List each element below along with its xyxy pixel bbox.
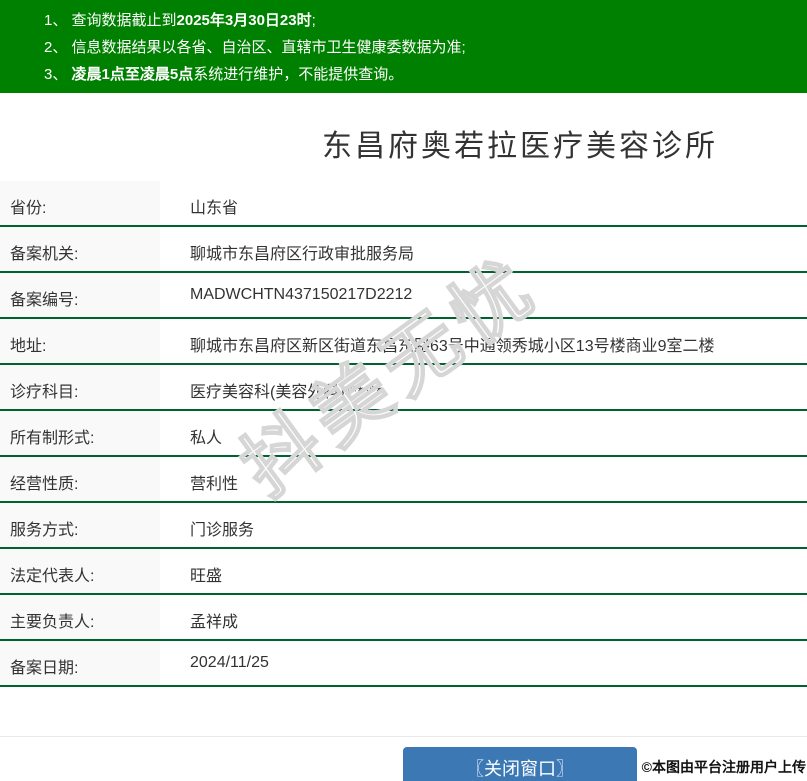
- row-label: 备案机关:: [0, 227, 160, 271]
- row-value: 孟祥成: [160, 595, 807, 639]
- row-value: 2024/11/25: [160, 641, 807, 685]
- row-value: 私人: [160, 411, 807, 455]
- notice-line-1-text: 1、 查询数据截止到: [44, 12, 177, 29]
- notice-banner: 1、 查询数据截止到2025年3月30日23时; 2、 信息数据结果以各省、自治…: [0, 0, 807, 93]
- row-value: MADWCHTN437150217D2212: [160, 273, 807, 317]
- notice-line-3-bold: 凌晨1点至凌晨5点: [71, 66, 194, 83]
- table-row-province: 省份: 山东省: [0, 181, 807, 227]
- row-label: 所有制形式:: [0, 411, 160, 455]
- row-label: 地址:: [0, 319, 160, 363]
- row-label: 备案日期:: [0, 641, 160, 685]
- table-row-registry-number: 备案编号: MADWCHTN437150217D2212: [0, 273, 807, 319]
- row-label: 服务方式:: [0, 503, 160, 547]
- notice-line-1: 1、 查询数据截止到2025年3月30日23时;: [44, 7, 797, 34]
- table-row-registry-date: 备案日期: 2024/11/25: [0, 641, 807, 687]
- table-row-registry-authority: 备案机关: 聊城市东昌府区行政审批服务局: [0, 227, 807, 273]
- row-label: 经营性质:: [0, 457, 160, 501]
- info-table: 省份: 山东省 备案机关: 聊城市东昌府区行政审批服务局 备案编号: MADWC…: [0, 181, 807, 687]
- row-label: 备案编号:: [0, 273, 160, 317]
- upload-credit-text: ©本图由平台注册用户上传: [641, 759, 806, 775]
- row-value: 聊城市东昌府区行政审批服务局: [160, 227, 807, 271]
- notice-line-1-bold: 2025年3月30日23时: [176, 12, 312, 29]
- row-label: 主要负责人:: [0, 595, 160, 639]
- notice-line-2-text: 2、 信息数据结果以各省、自治区、直辖市卫生健康委数据为准;: [44, 39, 466, 56]
- row-value: 营利性: [160, 457, 807, 501]
- table-row-ownership-form: 所有制形式: 私人: [0, 411, 807, 457]
- row-value: 聊城市东昌府区新区街道东昌东路63号中通领秀城小区13号楼商业9室二楼: [160, 319, 807, 363]
- row-label: 省份:: [0, 181, 160, 225]
- close-window-button[interactable]: 〖关闭窗口〗: [403, 747, 637, 781]
- table-row-treatment-subjects: 诊疗科目: 医疗美容科(美容外科)******: [0, 365, 807, 411]
- notice-line-3-text: 3、: [44, 66, 72, 83]
- row-value: 医疗美容科(美容外科)******: [160, 365, 807, 409]
- notice-line-1-tail: ;: [311, 12, 316, 29]
- row-value: 山东省: [160, 181, 807, 225]
- table-row-business-nature: 经营性质: 营利性: [0, 457, 807, 503]
- page-title: 东昌府奥若拉医疗美容诊所: [322, 130, 718, 163]
- notice-line-3: 3、 凌晨1点至凌晨5点系统进行维护，不能提供查询。: [44, 61, 797, 88]
- table-row-address: 地址: 聊城市东昌府区新区街道东昌东路63号中通领秀城小区13号楼商业9室二楼: [0, 319, 807, 365]
- table-row-main-person-in-charge: 主要负责人: 孟祥成: [0, 595, 807, 641]
- row-value: 门诊服务: [160, 503, 807, 547]
- notice-line-2: 2、 信息数据结果以各省、自治区、直辖市卫生健康委数据为准;: [44, 34, 797, 61]
- footer-divider: [0, 736, 807, 737]
- row-label: 法定代表人:: [0, 549, 160, 593]
- table-row-legal-representative: 法定代表人: 旺盛: [0, 549, 807, 595]
- notice-line-3-tail: 系统进行维护，不能提供查询。: [193, 66, 404, 83]
- row-value: 旺盛: [160, 549, 807, 593]
- row-label: 诊疗科目:: [0, 365, 160, 409]
- table-row-service-mode: 服务方式: 门诊服务: [0, 503, 807, 549]
